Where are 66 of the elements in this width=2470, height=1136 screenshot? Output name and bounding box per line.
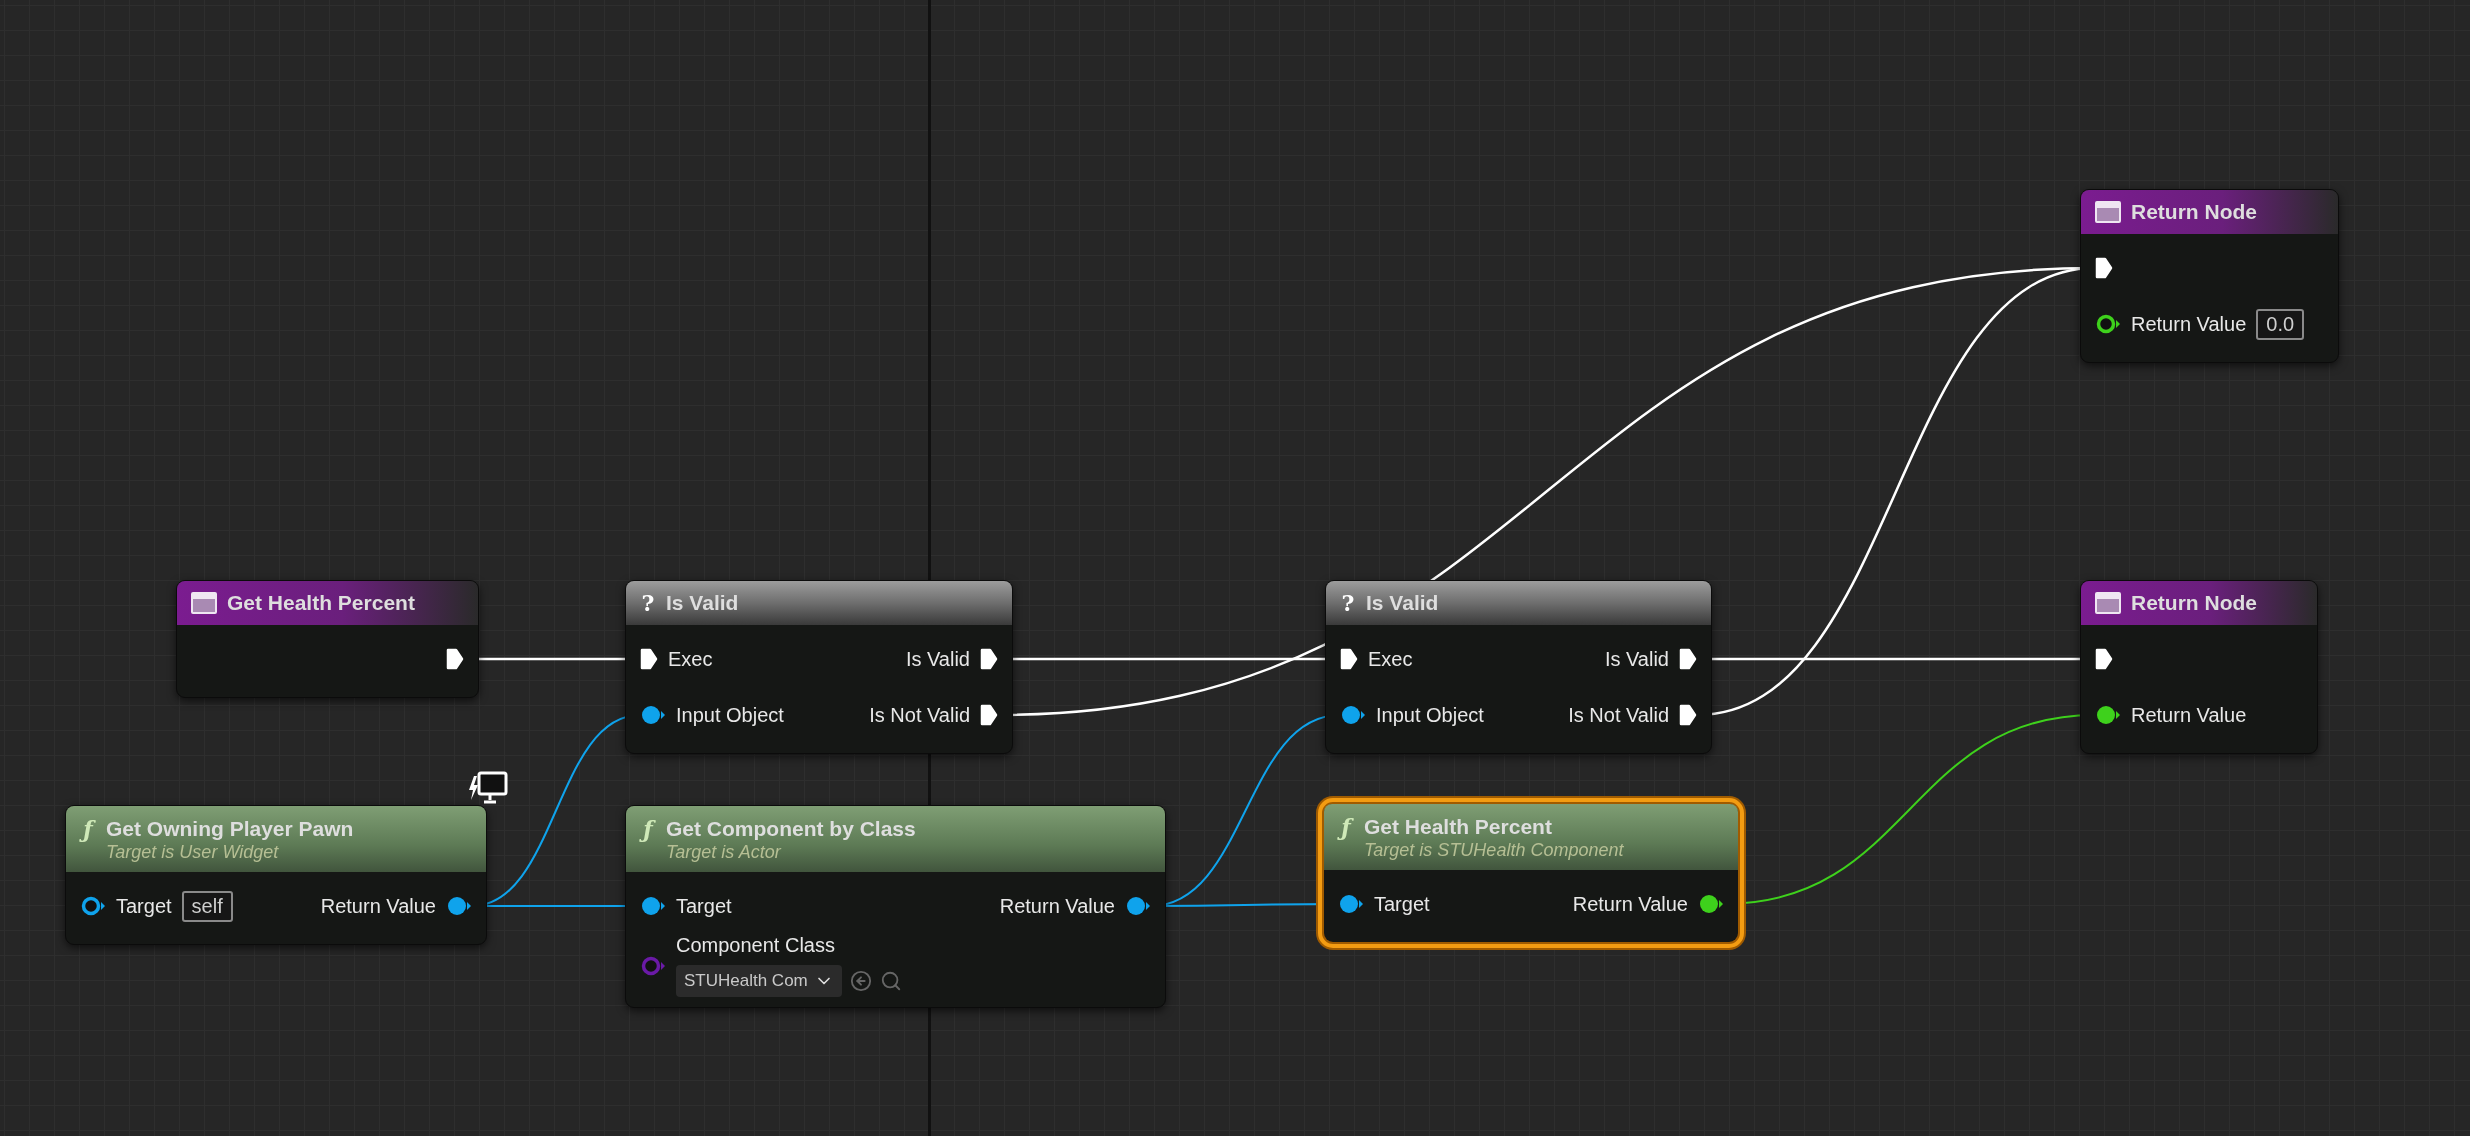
blueprint-node[interactable]: Get Health Percent: [176, 580, 479, 698]
node-title: Get Component by Class: [666, 816, 916, 841]
search-icon[interactable]: [879, 970, 902, 992]
pin-label: Is Valid: [905, 647, 970, 671]
node-subtitle: Target is Actor: [665, 841, 783, 863]
exec-pin[interactable]: [640, 648, 658, 670]
exec-pin[interactable]: [980, 704, 998, 726]
pin-label: Is Not Valid: [869, 703, 970, 727]
data-pin[interactable]: [1338, 893, 1364, 915]
arrow-left-icon[interactable]: [849, 970, 872, 992]
node-subtitle: Target is User Widget: [105, 841, 280, 863]
window-icon: [191, 592, 217, 614]
pin-label: Is Not Valid: [1568, 703, 1669, 727]
pin-label: Input Object: [676, 703, 784, 727]
blueprint-node[interactable]: ƒ Get Component by Class Target is Actor Target Component Class STUHealth Com Return Value: [625, 805, 1166, 1008]
node-title: Get Health Percent: [227, 591, 415, 615]
node-title: Get Health Percent: [1364, 814, 1552, 839]
data-pin[interactable]: [1698, 893, 1724, 915]
pin-label: Return Value: [1572, 892, 1688, 916]
window-icon: [2095, 592, 2121, 614]
node-glyph: ?: [1340, 590, 1356, 616]
node-glyph: ƒ: [1338, 813, 1354, 840]
data-pin[interactable]: [1340, 704, 1366, 726]
blueprint-node[interactable]: Return Node Return Value: [2080, 580, 2318, 754]
node-title: Is Valid: [1366, 591, 1439, 615]
node-glyph: ƒ: [640, 815, 656, 842]
node-subtitle: Target is STUHealth Component: [1363, 839, 1625, 861]
pin-label: Return Value: [2131, 312, 2247, 336]
exec-pin[interactable]: [2095, 257, 2113, 279]
exec-pin[interactable]: [2095, 648, 2113, 670]
blueprint-node[interactable]: ? Is Valid Exec Input Object Is Valid Is Not Valid: [1325, 580, 1712, 754]
pin-label: Target: [1374, 892, 1430, 916]
exec-pin[interactable]: [980, 648, 998, 670]
pin-label: Target: [676, 894, 732, 918]
node-glyph: ƒ: [80, 815, 96, 842]
pin-label: Exec: [1368, 647, 1413, 671]
data-pin[interactable]: [2095, 313, 2121, 335]
pin-label: Component Class: [676, 934, 836, 957]
node-glyph: ?: [640, 590, 656, 616]
data-pin[interactable]: [1125, 895, 1151, 917]
pin-label: Input Object: [1376, 703, 1484, 727]
pin-label: Target: [116, 894, 172, 918]
data-pin[interactable]: [640, 704, 666, 726]
data-pin[interactable]: [446, 895, 472, 917]
blueprint-node[interactable]: Return Node Return Value 0.0: [2080, 189, 2339, 363]
node-title: Return Node: [2131, 200, 2257, 224]
pin-label: Exec: [668, 647, 713, 671]
exec-pin[interactable]: [1679, 648, 1697, 670]
exec-pin[interactable]: [1340, 648, 1358, 670]
value-field[interactable]: self: [181, 890, 233, 922]
class-dropdown[interactable]: STUHealth Com: [676, 965, 842, 997]
pin-label: Return Value: [2131, 703, 2247, 727]
data-pin[interactable]: [2095, 704, 2121, 726]
pin-label: Return Value: [999, 894, 1115, 918]
data-pin[interactable]: [80, 895, 106, 917]
node-title: Return Node: [2131, 591, 2257, 615]
exec-pin[interactable]: [446, 648, 464, 670]
exec-pin[interactable]: [1679, 704, 1697, 726]
data-pin[interactable]: [640, 895, 666, 917]
pin-label: Is Valid: [1604, 647, 1669, 671]
window-icon: [2095, 201, 2121, 223]
node-title: Get Owning Player Pawn: [106, 816, 354, 841]
node-title: Is Valid: [666, 591, 739, 615]
value-field[interactable]: 0.0: [2256, 308, 2305, 340]
pin-label: Return Value: [320, 894, 436, 918]
blueprint-node[interactable]: ? Is Valid Exec Input Object Is Valid Is Not Valid: [625, 580, 1013, 754]
